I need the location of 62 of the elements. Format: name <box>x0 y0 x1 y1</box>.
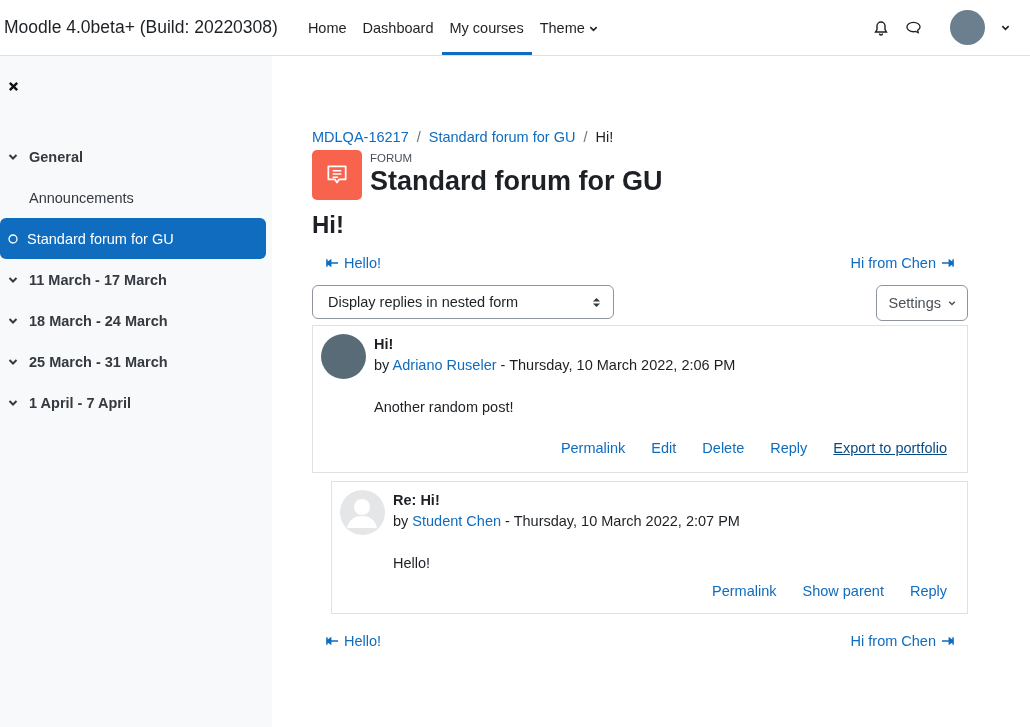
breadcrumb-separator: / <box>416 129 421 145</box>
post-action-link[interactable]: Reply <box>770 440 808 456</box>
arrow-right-icon <box>941 636 954 646</box>
activity-label[interactable]: Announcements <box>29 189 134 206</box>
user-avatar[interactable] <box>950 10 985 45</box>
chat-bubble-icon[interactable] <box>905 20 922 35</box>
post-subject: Re: Hi! <box>393 491 441 510</box>
post-body: Another random post! <box>374 399 515 415</box>
arrow-right-icon <box>941 258 954 268</box>
nav-link[interactable]: Theme <box>531 0 606 55</box>
caret-icon <box>948 299 956 307</box>
next-discussion-link[interactable]: Hi from Chen <box>850 255 954 271</box>
sort-caret-icon <box>592 296 601 308</box>
author-link[interactable]: Adriano Ruseler <box>392 357 497 373</box>
author-avatar <box>340 490 385 535</box>
author-link[interactable]: Student Chen <box>412 513 502 529</box>
post-action-link[interactable]: Permalink <box>712 583 777 599</box>
previous-discussion-link[interactable]: Hello! <box>326 633 382 649</box>
nav-link[interactable]: Home <box>299 0 355 55</box>
activity-item[interactable]: Standard forum for GU <box>0 218 266 259</box>
post-date: - Thursday, 10 March 2022, 2:06 PM <box>500 357 736 373</box>
activity-type-label: FORUM <box>370 152 414 164</box>
settings-button[interactable]: Settings <box>875 285 968 321</box>
discussion-title: Hi! <box>312 210 345 240</box>
post-action-link[interactable]: Edit <box>651 440 677 456</box>
arrow-left-icon <box>326 636 339 646</box>
previous-discussion-link[interactable]: Hello! <box>326 255 382 271</box>
caret-icon[interactable] <box>1001 23 1010 32</box>
breadcrumb-separator: / <box>583 129 588 145</box>
caret-icon <box>588 24 598 33</box>
post-action-link[interactable]: Reply <box>909 583 947 599</box>
section-title[interactable]: General <box>29 148 83 165</box>
breadcrumb-link[interactable]: Standard forum for GU <box>428 129 576 145</box>
nav-link[interactable]: Dashboard <box>354 0 442 55</box>
site-name[interactable]: Moodle 4.0beta+ (Build: 20220308) <box>0 17 278 38</box>
bell-icon[interactable] <box>873 19 889 36</box>
breadcrumb-current: Hi! <box>595 129 614 145</box>
by-label: by <box>393 513 409 529</box>
forum-icon <box>312 150 362 200</box>
post-body: Hello! <box>393 555 432 571</box>
section-title[interactable]: 18 March - 24 March <box>29 312 168 329</box>
post-action-link[interactable]: Export to portfolio <box>833 440 947 456</box>
author-avatar <box>321 334 366 379</box>
nav-link[interactable]: My courses <box>441 0 532 55</box>
circle-icon <box>8 233 18 244</box>
section-title[interactable]: 11 March - 17 March <box>29 271 167 288</box>
page-title: Standard forum for GU <box>370 165 663 198</box>
section-title[interactable]: 25 March - 31 March <box>29 353 168 370</box>
arrow-left-icon <box>326 258 339 268</box>
post-action-link[interactable]: Delete <box>702 440 745 456</box>
next-discussion-link[interactable]: Hi from Chen <box>850 633 954 649</box>
post-action-link[interactable]: Permalink <box>560 440 626 456</box>
breadcrumb-link[interactable]: MDLQA-16217 <box>312 129 409 145</box>
by-label: by <box>374 357 390 373</box>
display-mode-select[interactable]: Display replies in nested form <box>312 285 614 319</box>
close-icon[interactable] <box>8 81 19 92</box>
activity-label[interactable]: Standard forum for GU <box>27 230 174 247</box>
post-subject: Hi! <box>374 335 395 354</box>
post-action-link[interactable]: Show parent <box>802 583 884 599</box>
post-date: - Thursday, 10 March 2022, 2:07 PM <box>505 513 740 529</box>
activity-item[interactable]: Announcements <box>0 177 266 218</box>
section-title[interactable]: 1 April - 7 April <box>29 394 132 411</box>
